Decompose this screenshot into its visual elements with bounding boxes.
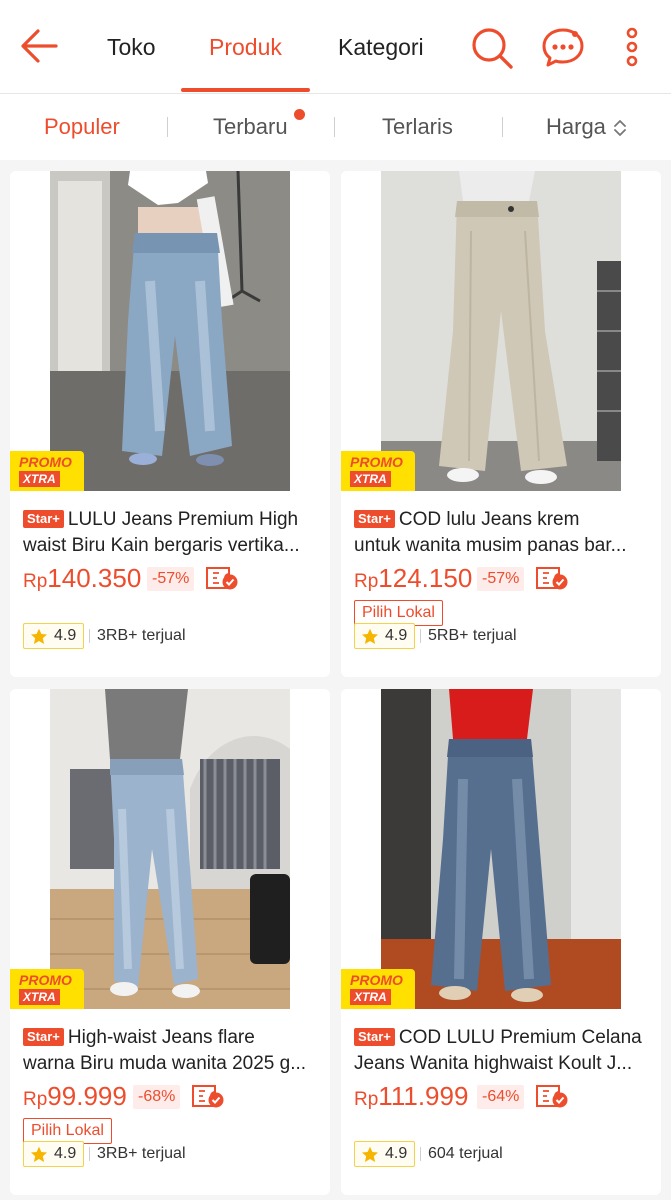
product-title-line2: waist Biru Kain bergaris vertika... (23, 535, 300, 556)
rating-badge: 4.9 (354, 623, 415, 649)
price-amount: 124.150 (378, 563, 473, 593)
rating-badge: 4.9 (23, 623, 84, 649)
more-vertical-icon[interactable] (622, 27, 642, 67)
back-arrow-icon[interactable] (18, 26, 62, 66)
discount-badge: -68% (133, 1085, 181, 1109)
top-nav-bar: Toko Produk Kategori (0, 0, 671, 94)
cod-voucher-icon (535, 1083, 569, 1109)
price-amount: 140.350 (47, 563, 142, 593)
rating-value: 4.9 (54, 1145, 77, 1162)
promo-xtra-label: XTRA (350, 471, 391, 487)
sort-updown-icon[interactable] (613, 118, 627, 138)
price-currency: Rp (354, 1089, 379, 1110)
tab-kategori[interactable]: Kategori (338, 32, 424, 62)
sort-divider (334, 117, 335, 137)
product-price: Rp124.150 (354, 561, 472, 595)
product-image[interactable] (341, 171, 661, 491)
cod-voucher-icon (535, 565, 569, 591)
product-title-line1: High-waist Jeans flare (67, 1027, 255, 1048)
promo-xtra-label: XTRA (19, 471, 60, 487)
tab-produk[interactable]: Produk (209, 32, 282, 62)
product-image[interactable] (341, 689, 661, 1009)
sort-bar: Populer Terbaru Terlaris Harga (0, 94, 671, 160)
product-card[interactable]: PROMO XTRA Star+ COD LULU Premium Celana … (341, 689, 661, 1195)
star-plus-badge: Star+ (23, 510, 64, 528)
rating-badge: 4.9 (23, 1141, 84, 1167)
promo-label: PROMO (19, 972, 72, 988)
promo-xtra-badge: PROMO XTRA (341, 451, 415, 491)
price-amount: 111.999 (378, 1081, 469, 1111)
promo-label: PROMO (350, 454, 403, 470)
price-currency: Rp (23, 1089, 48, 1110)
promo-xtra-badge: PROMO XTRA (10, 451, 84, 491)
star-plus-badge: Star+ (23, 1028, 64, 1046)
product-title-line2: untuk wanita musim panas bar... (354, 535, 627, 556)
product-title-line2: warna Biru muda wanita 2025 g... (23, 1053, 307, 1074)
rating-value: 4.9 (54, 627, 77, 644)
sort-terbaru[interactable]: Terbaru (213, 112, 288, 142)
discount-badge: -57% (477, 567, 525, 591)
star-icon (362, 628, 378, 644)
product-title[interactable]: Star+ High-waist Jeans flare warna Biru m… (23, 1025, 319, 1077)
sold-count: 5RB+ terjual (428, 627, 517, 644)
tab-toko[interactable]: Toko (107, 32, 156, 62)
rating-badge: 4.9 (354, 1141, 415, 1167)
star-icon (31, 628, 47, 644)
product-title[interactable]: Star+ COD lulu Jeans krem untuk wanita mu… (354, 507, 650, 559)
product-card[interactable]: PROMO XTRA Star+ LULU Jeans Premium High … (10, 171, 330, 677)
price-amount: 99.999 (47, 1081, 127, 1111)
divider (420, 1147, 421, 1161)
product-title-line1: COD lulu Jeans krem (398, 509, 580, 530)
new-indicator-dot (294, 109, 305, 120)
rating-value: 4.9 (385, 1145, 408, 1162)
sort-terlaris[interactable]: Terlaris (382, 112, 453, 142)
sort-harga[interactable]: Harga (546, 112, 606, 142)
cod-voucher-icon (191, 1083, 225, 1109)
divider (89, 629, 90, 643)
product-title-line2: Jeans Wanita highwaist Koult J... (354, 1053, 633, 1074)
product-price: Rp140.350 (23, 561, 141, 595)
promo-xtra-label: XTRA (19, 989, 60, 1005)
product-image[interactable] (10, 689, 330, 1009)
product-price: Rp99.999 (23, 1079, 127, 1113)
product-card[interactable]: PROMO XTRA Star+ High-waist Jeans flare w… (10, 689, 330, 1195)
product-title[interactable]: Star+ LULU Jeans Premium High waist Biru … (23, 507, 319, 559)
promo-xtra-label: XTRA (350, 989, 391, 1005)
promo-xtra-badge: PROMO XTRA (10, 969, 84, 1009)
discount-badge: -57% (147, 567, 195, 591)
rating-value: 4.9 (385, 627, 408, 644)
sold-count: 3RB+ terjual (97, 1145, 186, 1162)
price-currency: Rp (23, 571, 48, 592)
product-title-line1: LULU Jeans Premium High (67, 509, 299, 530)
sort-divider (167, 117, 168, 137)
promo-label: PROMO (350, 972, 403, 988)
promo-xtra-badge: PROMO XTRA (341, 969, 415, 1009)
promo-label: PROMO (19, 454, 72, 470)
search-icon[interactable] (470, 26, 514, 70)
star-icon (31, 1146, 47, 1162)
active-tab-indicator (181, 88, 310, 92)
star-plus-badge: Star+ (354, 1028, 395, 1046)
star-plus-badge: Star+ (354, 510, 395, 528)
product-price: Rp111.999 (354, 1079, 468, 1113)
chat-icon[interactable] (541, 26, 585, 68)
sold-count: 604 terjual (428, 1145, 503, 1162)
product-title-line1: COD LULU Premium Celana (398, 1027, 642, 1048)
cod-voucher-icon (205, 565, 239, 591)
discount-badge: -64% (477, 1085, 525, 1109)
star-icon (362, 1146, 378, 1162)
price-currency: Rp (354, 571, 379, 592)
product-card[interactable]: PROMO XTRA Star+ COD lulu Jeans krem untu… (341, 171, 661, 677)
sold-count: 3RB+ terjual (97, 627, 186, 644)
product-title[interactable]: Star+ COD LULU Premium Celana Jeans Wanit… (354, 1025, 650, 1077)
sort-populer[interactable]: Populer (44, 112, 120, 142)
product-image[interactable] (10, 171, 330, 491)
divider (89, 1147, 90, 1161)
sort-divider (502, 117, 503, 137)
divider (420, 629, 421, 643)
